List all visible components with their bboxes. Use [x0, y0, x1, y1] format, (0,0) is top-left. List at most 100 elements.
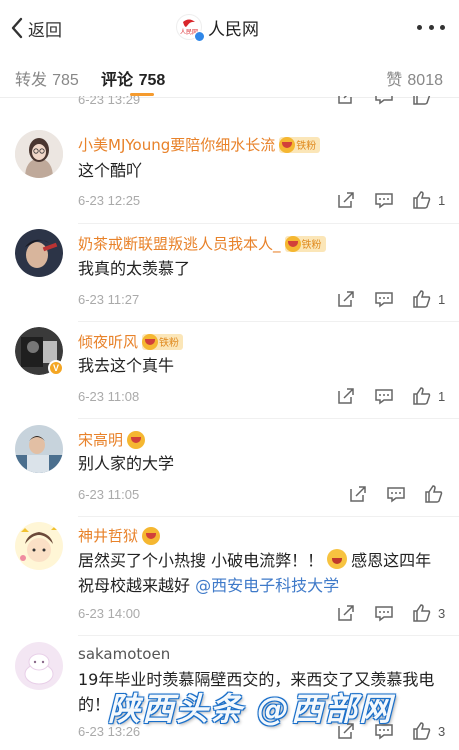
fan-face-icon [279, 136, 296, 153]
divider [78, 418, 459, 419]
tab-bar: 转发 785 评论 758 赞 8018 [0, 56, 459, 98]
username-link[interactable]: 奶茶戒断联盟叛逃人员我本人_ 铁粉 [78, 233, 326, 254]
username: 小美MJYoung要陪你细水长流 [78, 136, 276, 154]
thumbs-up-icon [413, 387, 431, 405]
username: 神井哲狱 [78, 527, 139, 545]
comment-time: 6-23 12:25 [78, 193, 141, 208]
comment-time: 6-23 14:00 [78, 606, 141, 621]
thumbs-up-icon [413, 604, 431, 622]
comment-text-part: 居然买了个小热搜 小破电流弊！！ [78, 551, 324, 570]
iron-fan-badge: 铁粉 [279, 136, 321, 153]
avatar[interactable] [15, 522, 63, 570]
tab-like[interactable]: 赞 8018 [386, 66, 443, 90]
comment-actions: 1 [336, 190, 445, 210]
reply-icon[interactable] [374, 721, 394, 741]
share-icon[interactable] [348, 484, 368, 504]
laughing-emoji-icon [327, 549, 348, 569]
tab-repost-label: 转发 [15, 70, 48, 89]
tab-repost[interactable]: 转发 785 [15, 66, 79, 90]
like-button[interactable]: 1 [412, 289, 445, 309]
comment-time: 6-23 11:27 [78, 292, 140, 307]
tab-like-label: 赞 [386, 70, 403, 89]
verified-v-icon: V [48, 360, 64, 376]
thumbs-up-icon [413, 722, 431, 740]
share-icon[interactable] [336, 96, 356, 106]
username: 奶茶戒断联盟叛逃人员我本人_ [78, 235, 281, 253]
page-title: 人民网 [208, 19, 259, 40]
fan-face-icon [284, 235, 301, 252]
share-icon[interactable] [336, 721, 356, 741]
share-icon[interactable] [336, 190, 356, 210]
tab-like-count: 8018 [407, 72, 443, 89]
username-link[interactable]: sakamotoen [78, 645, 170, 663]
previous-comment-partial: 6-23 13:29 [78, 96, 448, 108]
like-button[interactable] [424, 484, 450, 504]
tab-repost-count: 785 [52, 72, 79, 89]
thumbs-up-icon [425, 485, 443, 503]
avatar[interactable] [15, 229, 63, 277]
comment-text: 别人家的大学 [78, 454, 175, 473]
avatar[interactable] [15, 642, 63, 690]
username-link[interactable]: 倾夜听风 铁粉 [78, 331, 184, 352]
like-count: 3 [438, 723, 446, 739]
account-title[interactable]: 人民网 人民网 [176, 12, 259, 42]
divider [78, 223, 459, 224]
reply-icon[interactable] [386, 484, 406, 504]
back-label: 返回 [28, 20, 62, 41]
reply-icon[interactable] [374, 96, 394, 106]
fan-face-icon [142, 333, 159, 350]
comment-time: 6-23 13:29 [78, 96, 141, 107]
avatar[interactable] [15, 130, 63, 178]
thumbs-up-icon [413, 191, 431, 209]
reply-icon[interactable] [374, 190, 394, 210]
share-icon[interactable] [336, 289, 356, 309]
fan-face-icon [142, 526, 161, 545]
username: 倾夜听风 [78, 333, 139, 351]
username-link[interactable]: 神井哲狱 [78, 525, 161, 546]
chevron-left-icon [11, 17, 23, 39]
comment-actions: 1 [336, 386, 445, 406]
back-button[interactable]: 返回 [10, 14, 62, 42]
divider [78, 516, 459, 517]
comment-time: 6-23 13:26 [78, 724, 141, 739]
username: 宋高明 [78, 431, 124, 449]
like-button[interactable]: 3 [412, 721, 445, 741]
like-count: 1 [438, 388, 446, 404]
like-count: 1 [438, 192, 446, 208]
username-link[interactable]: 宋高明 [78, 429, 146, 450]
tab-comment[interactable]: 评论 758 [101, 66, 165, 90]
username: sakamotoen [78, 645, 171, 663]
reply-icon[interactable] [374, 386, 394, 406]
tab-comment-count: 758 [138, 72, 166, 89]
verified-badge-icon [194, 31, 205, 42]
mention-link[interactable]: @西安电子科技大学 [195, 576, 339, 595]
thumbs-up-icon [413, 290, 431, 308]
more-options-icon[interactable] [417, 16, 445, 38]
comment-actions: 3 [336, 721, 445, 741]
divider [78, 321, 459, 322]
iron-fan-badge: 铁粉 [284, 235, 326, 252]
share-icon[interactable] [336, 386, 356, 406]
share-icon[interactable] [336, 603, 356, 623]
thumbs-up-icon[interactable] [412, 96, 432, 106]
like-button[interactable]: 1 [412, 190, 445, 210]
fan-face-icon [127, 430, 146, 449]
reply-icon[interactable] [374, 603, 394, 623]
top-bar: 返回 人民网 人民网 [0, 0, 459, 56]
divider [78, 635, 459, 636]
comment-actions [348, 484, 450, 504]
avatar[interactable] [15, 425, 63, 473]
avatar[interactable]: V [15, 327, 64, 376]
like-button[interactable]: 3 [412, 603, 445, 623]
reply-icon[interactable] [374, 289, 394, 309]
comment-text: 我去这个真牛 [78, 356, 175, 375]
iron-fan-badge: 铁粉 [142, 333, 184, 350]
comment-text: 这个酷吖 [78, 161, 143, 180]
like-button[interactable]: 1 [412, 386, 445, 406]
comment-text: 19年毕业时羡慕隔壁西交的，来西交了又羡慕我电的！ [78, 670, 435, 714]
comment-actions: 3 [336, 603, 445, 623]
tab-comment-label: 评论 [101, 70, 134, 89]
username-link[interactable]: 小美MJYoung要陪你细水长流 铁粉 [78, 134, 321, 155]
comment-actions: 1 [336, 289, 445, 309]
people-daily-logo-icon: 人民网 [176, 14, 205, 42]
